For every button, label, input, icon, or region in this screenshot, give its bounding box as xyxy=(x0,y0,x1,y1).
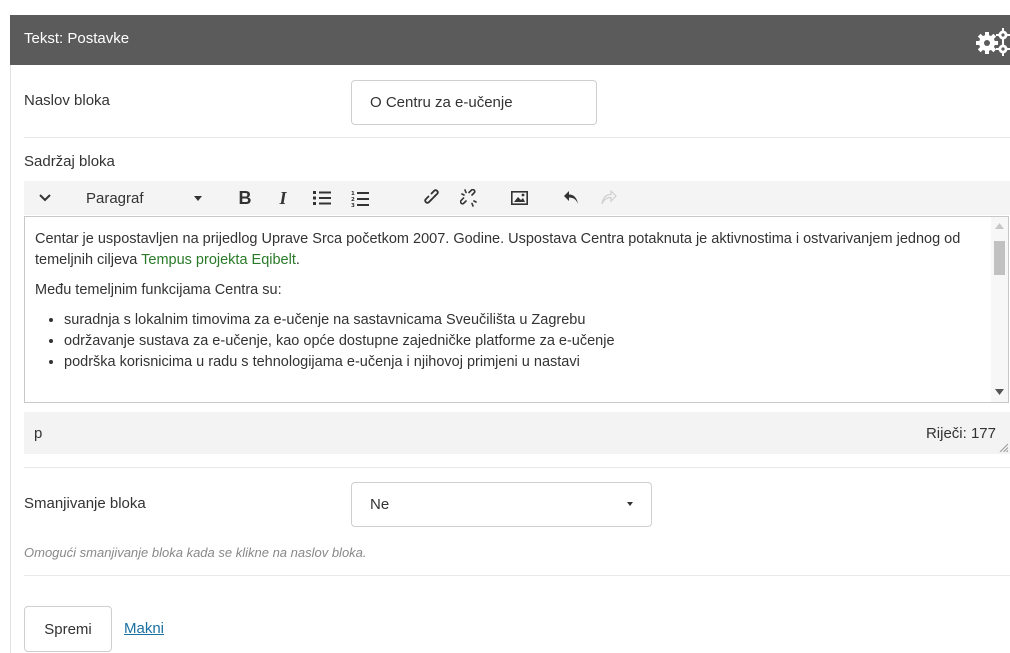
svg-text:3: 3 xyxy=(351,203,355,207)
collapse-select[interactable]: Ne xyxy=(351,482,652,527)
scroll-down-icon[interactable] xyxy=(995,389,1004,395)
unlink-icon xyxy=(460,189,477,207)
numbered-list-icon: 123 xyxy=(351,191,369,207)
list-item: podrška korisnicima u radu s tehnologija… xyxy=(64,352,990,373)
list-item: suradnja s lokalnim timovima za e-učenje… xyxy=(64,310,990,331)
tempus-link[interactable]: Tempus projekta Eqibelt xyxy=(141,252,296,268)
toolbar-toggle-chevron-icon[interactable] xyxy=(34,186,56,210)
editor-text[interactable]: Centar je uspostavljen na prijedlog Upra… xyxy=(35,229,990,373)
link-button[interactable] xyxy=(422,186,444,210)
separator xyxy=(24,137,1010,138)
paragraph-end: . xyxy=(295,252,300,268)
editor-statusbar: p Riječi: 177 xyxy=(24,412,1010,454)
scroll-up-icon[interactable] xyxy=(995,223,1004,229)
collapse-label: Smanjivanje bloka xyxy=(24,495,146,512)
redo-button[interactable] xyxy=(598,186,620,210)
save-button[interactable]: Spremi xyxy=(24,606,112,652)
editor-toolbar: Paragraf B I 123 xyxy=(24,181,1010,215)
image-icon xyxy=(510,191,528,205)
editor-content-area[interactable]: Centar je uspostavljen na prijedlog Upra… xyxy=(24,216,1009,403)
block-title-label: Naslov bloka xyxy=(24,92,110,109)
resize-handle-icon[interactable] xyxy=(999,443,1008,452)
italic-button[interactable]: I xyxy=(272,186,294,210)
image-button[interactable] xyxy=(508,186,530,210)
undo-icon xyxy=(564,191,578,204)
bullet-list-icon xyxy=(313,191,331,205)
element-path[interactable]: p xyxy=(34,425,42,442)
editor-scrollbar[interactable] xyxy=(991,217,1008,402)
block-content-label: Sadržaj bloka xyxy=(24,153,115,170)
unlink-button[interactable] xyxy=(458,186,480,210)
block-title-input[interactable] xyxy=(352,81,596,124)
italic-icon: I xyxy=(279,187,287,208)
collapse-help-text: Omogući smanjivanje bloka kada se klikne… xyxy=(24,545,367,560)
separator xyxy=(24,467,1010,468)
block-title-field[interactable] xyxy=(351,80,597,125)
editor-paragraph: Centar je uspostavljen na prijedlog Upra… xyxy=(35,229,990,271)
caret-down-icon xyxy=(193,195,202,201)
caret-down-icon xyxy=(627,502,633,506)
format-dropdown-label: Paragraf xyxy=(86,189,144,207)
separator xyxy=(24,575,1010,576)
editor-paragraph: Među temeljnim funkcijama Centra su: xyxy=(35,282,282,298)
word-count: Riječi: 177 xyxy=(925,425,996,442)
editor-bullet-list: suradnja s lokalnim timovima za e-učenje… xyxy=(35,310,990,373)
numbered-list-button[interactable]: 123 xyxy=(348,186,372,210)
remove-link[interactable]: Makni xyxy=(124,620,164,637)
bold-icon: B xyxy=(238,187,252,208)
panel-left-border xyxy=(10,65,11,653)
bullet-list-button[interactable] xyxy=(310,186,334,210)
panel-header: Tekst: Postavke xyxy=(10,15,1010,65)
bold-button[interactable]: B xyxy=(234,186,256,210)
link-icon xyxy=(424,189,439,204)
undo-button[interactable] xyxy=(560,186,582,210)
scrollbar-thumb[interactable] xyxy=(994,241,1005,275)
list-item: održavanje sustava za e-učenje, kao opće… xyxy=(64,331,990,352)
collapse-selected-value: Ne xyxy=(370,496,390,513)
paragraph-format-dropdown[interactable]: Paragraf xyxy=(78,186,226,210)
redo-icon xyxy=(601,190,617,205)
panel-title: Tekst: Postavke xyxy=(24,30,130,47)
gears-icon[interactable] xyxy=(972,26,1010,56)
